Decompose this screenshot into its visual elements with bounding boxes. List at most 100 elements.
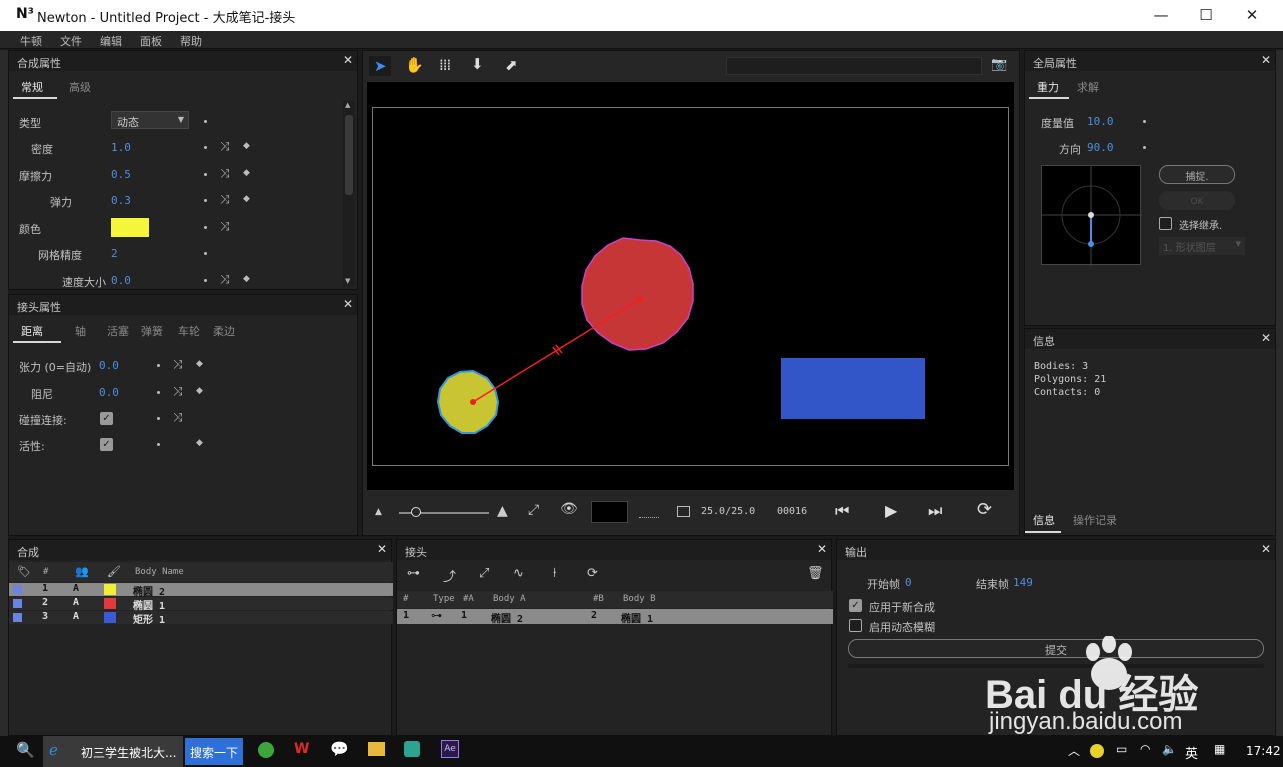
select-tool-button[interactable]: ➤: [369, 56, 391, 76]
tab-info[interactable]: 信息: [1033, 512, 1055, 528]
select-inherit-checkbox[interactable]: [1159, 217, 1172, 230]
folder-icon[interactable]: [368, 742, 385, 756]
browser-360-icon[interactable]: [258, 742, 274, 758]
tab-gravity[interactable]: 重力: [1037, 79, 1059, 95]
collide-connected-checkbox[interactable]: ✓: [100, 412, 113, 425]
keyframe-dot-icon[interactable]: [1143, 146, 1146, 149]
keyframe-diamond-icon[interactable]: ◆: [196, 438, 203, 448]
mesh-precision-value[interactable]: 2: [111, 247, 118, 260]
tab-history[interactable]: 操作记录: [1073, 512, 1117, 528]
shuffle-icon[interactable]: ⤨: [173, 357, 183, 372]
active-checkbox[interactable]: ✓: [100, 438, 113, 451]
keyframe-dot-icon[interactable]: [204, 252, 207, 255]
shape-layer-select[interactable]: 1. 形状图层 ▼: [1159, 237, 1245, 255]
after-effects-icon[interactable]: Ae: [441, 740, 459, 758]
keyframe-diamond-icon[interactable]: ◆: [243, 274, 250, 284]
scrollbar-thumb[interactable]: [345, 115, 353, 195]
tab-solver[interactable]: 求解: [1077, 79, 1099, 95]
shuffle-icon[interactable]: ⤨: [220, 166, 230, 181]
line-style-icon[interactable]: [639, 517, 659, 518]
capture-button[interactable]: 捕捉.: [1159, 165, 1235, 184]
table-row[interactable]: 1 ⊶ 1 椭圆 2 2 椭圆 1: [397, 609, 833, 625]
shuffle-icon[interactable]: ⤨: [220, 272, 230, 287]
anchor-b[interactable]: [637, 296, 643, 302]
menu-panels[interactable]: 面板: [140, 33, 162, 49]
tab-piston[interactable]: 活塞: [107, 323, 129, 339]
type-select[interactable]: 动态 ▼: [111, 111, 189, 129]
end-frame-value[interactable]: 149: [1013, 576, 1033, 589]
minimize-button[interactable]: —: [1141, 4, 1181, 26]
wifi-icon[interactable]: ◠: [1140, 742, 1150, 756]
close-icon[interactable]: ✕: [1261, 331, 1271, 345]
keyframe-dot-icon[interactable]: [1143, 120, 1146, 123]
ok-button[interactable]: OK: [1159, 191, 1235, 210]
battery-icon[interactable]: ▭: [1116, 742, 1127, 756]
keyframe-diamond-icon[interactable]: ◆: [243, 194, 250, 204]
search-button[interactable]: 搜索一下: [185, 738, 243, 765]
menu-newton[interactable]: 牛顿: [20, 33, 42, 49]
keyframe-dot-icon[interactable]: [157, 417, 160, 420]
search-icon[interactable]: 🔍: [16, 741, 35, 759]
table-row[interactable]: 1 A 椭圆 2: [9, 583, 393, 598]
ime-indicator[interactable]: 英: [1185, 743, 1198, 762]
zoom-fit-icon[interactable]: ⤢: [528, 502, 539, 518]
density-value[interactable]: 1.0: [111, 141, 131, 154]
tray-app-icon[interactable]: [1090, 744, 1104, 758]
wps-icon[interactable]: W: [294, 741, 309, 757]
red-body-ellipse-1[interactable]: [581, 237, 694, 351]
zoom-out-icon[interactable]: ▲: [375, 507, 382, 517]
keyframe-dot-icon[interactable]: [157, 391, 160, 394]
keyframe-dot-icon[interactable]: [204, 173, 207, 176]
apply-new-comp-checkbox[interactable]: ✓: [849, 599, 862, 612]
close-icon[interactable]: ✕: [343, 297, 353, 311]
tab-axis[interactable]: 轴: [75, 323, 86, 339]
keyframe-dot-icon[interactable]: [204, 226, 207, 229]
wechat-icon[interactable]: 💬: [330, 740, 349, 758]
grid-icon[interactable]: ⁞⁞⁞: [439, 56, 451, 74]
shuffle-icon[interactable]: ⤨: [173, 384, 183, 399]
keyframe-dot-icon[interactable]: [204, 199, 207, 202]
camera-icon[interactable]: 📷: [991, 57, 1007, 72]
play-icon[interactable]: ▶: [885, 501, 897, 520]
volume-icon[interactable]: 🔈: [1162, 742, 1177, 756]
hand-icon[interactable]: ✋: [405, 56, 424, 74]
shuffle-icon[interactable]: ⤨: [220, 139, 230, 154]
eye-icon[interactable]: 👁: [560, 501, 578, 517]
table-row[interactable]: 2 A 椭圆 1: [9, 597, 393, 612]
keyframe-dot-icon[interactable]: [204, 146, 207, 149]
close-icon[interactable]: ✕: [1261, 542, 1271, 556]
blue-body-rectangle-1[interactable]: [781, 358, 925, 419]
skip-to-start-icon[interactable]: ⏮: [835, 501, 849, 521]
step-forward-icon[interactable]: ⏭: [928, 501, 942, 521]
weld-joint-tool-icon[interactable]: ⟳: [587, 566, 598, 581]
tab-general[interactable]: 常规: [21, 79, 43, 95]
keyframe-diamond-icon[interactable]: ◆: [196, 386, 203, 396]
zoom-slider-thumb[interactable]: [411, 507, 421, 517]
zoom-in-icon[interactable]: ▲: [497, 503, 508, 519]
shuffle-icon[interactable]: ⤨: [220, 219, 230, 234]
keyframe-dot-icon[interactable]: [157, 443, 160, 446]
direction-value[interactable]: 90.0: [1087, 141, 1114, 154]
stocks-app-icon[interactable]: [404, 741, 420, 757]
close-icon[interactable]: ✕: [343, 53, 353, 67]
tab-wheel[interactable]: 车轮: [178, 323, 200, 339]
tray-chevron-icon[interactable]: ︿: [1068, 742, 1080, 759]
table-row[interactable]: 3 A 矩形 1: [9, 611, 393, 626]
distance-joint-tool-icon[interactable]: ⊶: [407, 566, 420, 581]
keyframe-diamond-icon[interactable]: ◆: [243, 168, 250, 178]
keyframe-dot-icon[interactable]: [157, 364, 160, 367]
spring-joint-tool-icon[interactable]: ∿: [513, 566, 524, 581]
menu-edit[interactable]: 编辑: [100, 33, 122, 49]
wheel-joint-tool-icon[interactable]: ⍿: [553, 566, 556, 581]
close-button[interactable]: ✕: [1232, 4, 1272, 26]
keyframe-dot-icon[interactable]: [204, 279, 207, 282]
tab-spring[interactable]: 弹簧: [141, 323, 163, 339]
bounce-value[interactable]: 0.3: [111, 194, 131, 207]
close-icon[interactable]: ✕: [377, 542, 387, 556]
keyframe-dot-icon[interactable]: [204, 120, 207, 123]
color-swatch[interactable]: [111, 218, 149, 237]
damping-value[interactable]: 0.0: [99, 386, 119, 399]
pivot-joint-tool-icon[interactable]: ⤴: [443, 566, 456, 585]
loop-icon[interactable]: ⟳: [977, 499, 992, 520]
browser-task[interactable]: ℯ 初三学生被北大...: [43, 736, 183, 767]
